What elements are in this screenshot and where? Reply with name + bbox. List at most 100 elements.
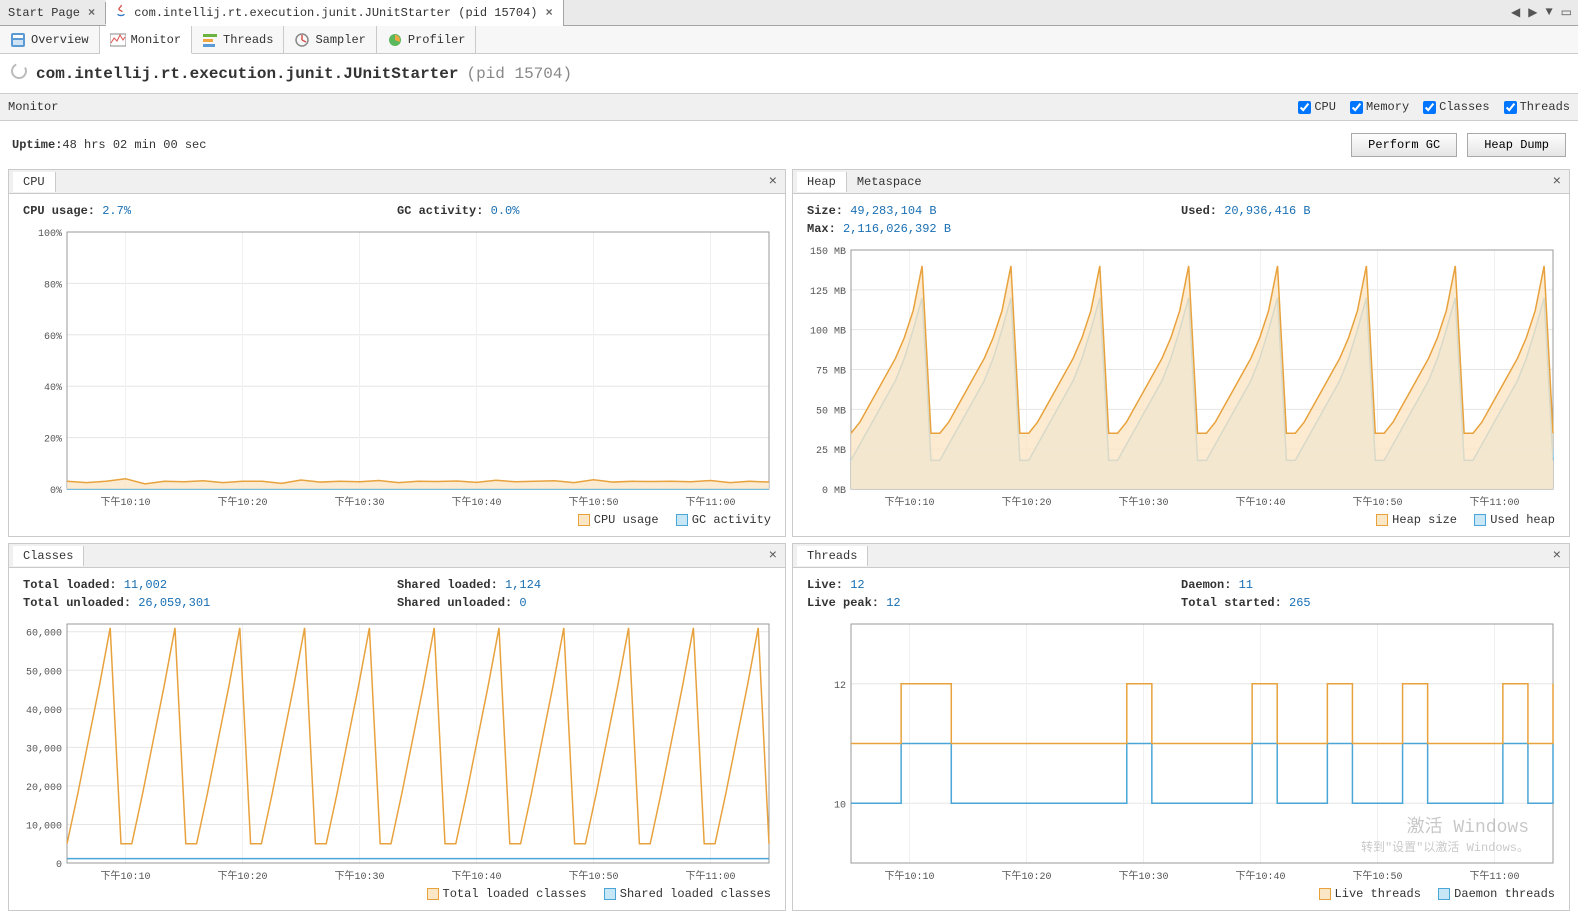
- shared-loaded-label: Shared loaded:: [397, 578, 505, 592]
- classes-checkbox[interactable]: [1423, 101, 1436, 114]
- close-icon[interactable]: ×: [543, 6, 554, 20]
- close-icon[interactable]: ×: [765, 548, 781, 564]
- live-value: 12: [850, 578, 864, 592]
- check-cpu[interactable]: CPU: [1298, 100, 1336, 114]
- svg-text:下午11:00: 下午11:00: [1469, 869, 1519, 883]
- next-icon[interactable]: ▶: [1528, 5, 1537, 20]
- svg-text:40,000: 40,000: [26, 706, 62, 717]
- peak-value: 12: [886, 596, 900, 610]
- svg-text:下午10:40: 下午10:40: [451, 495, 501, 509]
- heap-dump-button[interactable]: Heap Dump: [1467, 133, 1566, 157]
- tab-junit-starter[interactable]: com.intellij.rt.execution.junit.JUnitSta…: [106, 0, 563, 26]
- threads-icon: [202, 32, 218, 48]
- panel-tab-heap[interactable]: Heap: [797, 172, 847, 192]
- svg-text:下午11:00: 下午11:00: [685, 495, 735, 509]
- close-icon[interactable]: ×: [1549, 174, 1565, 190]
- perform-gc-button[interactable]: Perform GC: [1351, 133, 1457, 157]
- cpu-usage-label: CPU usage:: [23, 204, 102, 218]
- svg-text:40%: 40%: [44, 383, 62, 394]
- heap-max-value: 2,116,026,392 B: [843, 222, 951, 236]
- svg-text:50,000: 50,000: [26, 667, 62, 678]
- tool-tabs: Overview Monitor Threads Sampler Profile…: [0, 26, 1578, 54]
- tab-label: Monitor: [131, 33, 181, 47]
- cpu-legend: CPU usage GC activity: [9, 511, 785, 536]
- uptime-row: Uptime: 48 hrs 02 min 00 sec Perform GC …: [0, 121, 1578, 169]
- app-name: com.intellij.rt.execution.junit.JUnitSta…: [36, 65, 458, 83]
- threads-checkbox[interactable]: [1504, 101, 1517, 114]
- heap-legend: Heap size Used heap: [793, 511, 1569, 536]
- cpu-checkbox[interactable]: [1298, 101, 1311, 114]
- tab-start-page[interactable]: Start Page ×: [0, 2, 106, 24]
- tab-sampler[interactable]: Sampler: [284, 26, 376, 53]
- svg-text:12: 12: [834, 681, 846, 692]
- svg-text:100%: 100%: [38, 229, 62, 240]
- tab-label: Start Page: [8, 6, 80, 20]
- check-memory[interactable]: Memory: [1350, 100, 1409, 114]
- maximize-icon[interactable]: ▭: [1561, 5, 1572, 20]
- heap-size-label: Size:: [807, 204, 850, 218]
- live-label: Live:: [807, 578, 850, 592]
- daemon-value: 11: [1239, 578, 1253, 592]
- svg-text:下午11:00: 下午11:00: [1469, 495, 1519, 509]
- svg-text:0%: 0%: [50, 486, 62, 497]
- svg-text:75 MB: 75 MB: [816, 367, 846, 378]
- peak-label: Live peak:: [807, 596, 886, 610]
- total-unloaded-label: Total unloaded:: [23, 596, 138, 610]
- uptime-label: Uptime:: [12, 138, 62, 152]
- svg-text:60,000: 60,000: [26, 629, 62, 640]
- check-classes[interactable]: Classes: [1423, 100, 1489, 114]
- total-loaded-value: 11,002: [124, 578, 167, 592]
- tab-label: Profiler: [408, 33, 466, 47]
- memory-checkbox[interactable]: [1350, 101, 1363, 114]
- close-icon[interactable]: ×: [1549, 548, 1565, 564]
- uptime-value: 48 hrs 02 min 00 sec: [62, 138, 206, 152]
- prev-icon[interactable]: ◀: [1511, 5, 1520, 20]
- heap-chart: 0 MB25 MB50 MB75 MB100 MB125 MB150 MB下午1…: [801, 244, 1561, 511]
- svg-text:下午10:20: 下午10:20: [217, 869, 267, 883]
- svg-text:下午10:40: 下午10:40: [1235, 869, 1285, 883]
- chart-grid: CPU × CPU usage: 2.7% GC activity: 0.0% …: [0, 169, 1578, 919]
- svg-text:下午10:10: 下午10:10: [884, 495, 934, 509]
- tab-profiler[interactable]: Profiler: [377, 26, 477, 53]
- tab-monitor[interactable]: Monitor: [100, 26, 192, 54]
- svg-text:50 MB: 50 MB: [816, 406, 846, 417]
- svg-text:下午10:30: 下午10:30: [334, 495, 384, 509]
- cpu-chart: 0%20%40%60%80%100%下午10:10下午10:20下午10:30下…: [17, 226, 777, 511]
- svg-text:60%: 60%: [44, 332, 62, 343]
- classes-chart: 010,00020,00030,00040,00050,00060,000下午1…: [17, 618, 777, 885]
- tab-threads[interactable]: Threads: [192, 26, 284, 53]
- panel-tab-classes[interactable]: Classes: [13, 546, 84, 566]
- panel-tab-metaspace[interactable]: Metaspace: [847, 172, 932, 192]
- panel-tab-cpu[interactable]: CPU: [13, 172, 56, 192]
- heap-max-label: Max:: [807, 222, 843, 236]
- panel-tab-threads[interactable]: Threads: [797, 546, 868, 566]
- svg-text:下午10:10: 下午10:10: [100, 869, 150, 883]
- svg-text:下午10:50: 下午10:50: [568, 869, 618, 883]
- monitor-icon: [110, 32, 126, 48]
- tab-overview[interactable]: Overview: [0, 26, 100, 53]
- title-row: com.intellij.rt.execution.junit.JUnitSta…: [0, 54, 1578, 93]
- shared-loaded-value: 1,124: [505, 578, 541, 592]
- menu-down-icon[interactable]: ▼: [1545, 5, 1552, 20]
- started-value: 265: [1289, 596, 1311, 610]
- shared-unloaded-value: 0: [519, 596, 526, 610]
- panel-classes: Classes × Total loaded: 11,002 Shared lo…: [8, 543, 786, 911]
- panel-threads: Threads × Live: 12 Daemon: 11 Live peak:…: [792, 543, 1570, 911]
- close-icon[interactable]: ×: [765, 174, 781, 190]
- svg-text:10,000: 10,000: [26, 821, 62, 832]
- check-threads[interactable]: Threads: [1504, 100, 1570, 114]
- top-tabs: Start Page × com.intellij.rt.execution.j…: [0, 0, 1578, 26]
- svg-text:125 MB: 125 MB: [810, 287, 846, 298]
- svg-text:下午10:40: 下午10:40: [1235, 495, 1285, 509]
- close-icon[interactable]: ×: [86, 6, 97, 20]
- tab-label: com.intellij.rt.execution.junit.JUnitSta…: [134, 6, 537, 20]
- svg-text:下午10:50: 下午10:50: [1352, 869, 1402, 883]
- svg-text:下午10:30: 下午10:30: [1118, 869, 1168, 883]
- pid-label: (pid 15704): [466, 65, 572, 83]
- tab-label: Overview: [31, 33, 89, 47]
- total-unloaded-value: 26,059,301: [138, 596, 210, 610]
- gc-activity-value: 0.0%: [491, 204, 520, 218]
- tab-label: Sampler: [315, 33, 365, 47]
- svg-text:下午10:50: 下午10:50: [1352, 495, 1402, 509]
- svg-text:下午10:10: 下午10:10: [884, 869, 934, 883]
